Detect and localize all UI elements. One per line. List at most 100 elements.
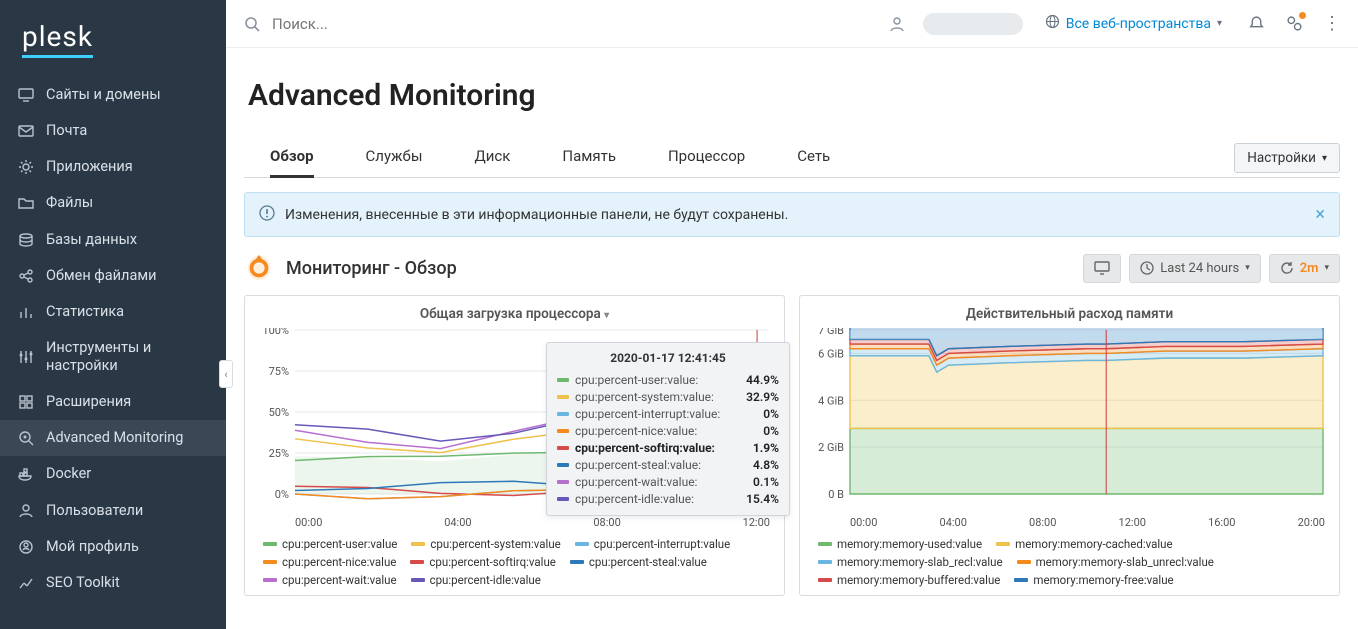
legend-item[interactable]: memory:memory-cached:value [996,537,1172,551]
cpu-chart-title[interactable]: Общая загрузка процессора ▾ [255,302,774,328]
legend-item[interactable]: memory:memory-slab_unrecl:value [1017,555,1214,569]
sidebar-item-label: Статистика [46,303,124,321]
legend-item[interactable]: cpu:percent-nice:value [263,555,396,569]
svg-text:0 B: 0 B [828,488,844,501]
tooltip-row: cpu:percent-user:value:44.9% [557,371,779,388]
tools-icon [18,349,34,365]
legend-item[interactable]: cpu:percent-interrupt:value [575,537,730,551]
sidebar-item-stats[interactable]: Статистика [0,294,226,330]
sidebar-item-label: Пользователи [46,502,143,520]
tab-4[interactable]: Процессор [668,139,745,177]
tooltip-key: cpu:percent-idle:value: [575,492,729,506]
sidebar-item-profile[interactable]: Мой профиль [0,529,226,565]
tooltip-swatch [557,463,569,467]
settings-button[interactable]: Настройки ▾ [1234,143,1340,173]
cpu-tooltip: 2020-01-17 12:41:45cpu:percent-user:valu… [546,342,790,516]
sidebar-item-user[interactable]: Пользователи [0,493,226,529]
chevron-down-icon: ▾ [1245,263,1250,273]
refresh-interval: 2m [1300,261,1319,276]
sidebar-item-label: Почта [46,122,87,140]
x-tick: 04:00 [940,516,967,529]
tooltip-key: cpu:percent-user:value: [575,373,729,387]
user-icon [18,503,34,519]
legend-swatch [263,560,277,564]
x-tick: 04:00 [444,516,471,529]
sidebar-item-monitor2[interactable]: Advanced Monitoring [0,420,226,456]
display-mode-button[interactable] [1083,254,1121,283]
sidebar-item-db[interactable]: Базы данных [0,222,226,258]
time-range-label: Last 24 hours [1160,261,1239,276]
sidebar-item-folder[interactable]: Файлы [0,185,226,221]
sidebar-item-mail[interactable]: Почта [0,113,226,149]
legend-label: memory:memory-cached:value [1015,537,1172,551]
sidebar-item-label: Docker [46,465,91,483]
search [240,12,875,36]
tooltip-row: cpu:percent-wait:value:0.1% [557,473,779,490]
tooltip-swatch [557,446,569,450]
legend-item[interactable]: cpu:percent-system:value [411,537,560,551]
tooltip-swatch [557,395,569,399]
sidebar-item-seo[interactable]: SEO Toolkit [0,565,226,601]
sidebar-item-docker[interactable]: Docker [0,456,226,492]
legend-item[interactable]: cpu:percent-user:value [263,537,397,551]
tooltip-swatch [557,480,569,484]
tab-2[interactable]: Диск [474,139,510,177]
sidebar-item-gear[interactable]: Приложения [0,149,226,185]
search-icon [240,12,264,36]
logo: plesk [0,0,226,77]
legend-item[interactable]: cpu:percent-steal:value [570,555,707,569]
user-chip[interactable] [923,13,1023,35]
legend-swatch [263,578,277,582]
chevron-down-icon: ▾ [1324,263,1329,273]
legend-label: cpu:percent-system:value [430,537,560,551]
x-tick: 12:00 [743,516,770,529]
tab-1[interactable]: Службы [366,139,423,177]
legend-label: cpu:percent-idle:value [430,573,541,587]
activity-icon[interactable] [1282,12,1306,36]
sidebar-item-label: SEO Toolkit [46,574,120,592]
legend-swatch [575,542,589,546]
legend-item[interactable]: memory:memory-free:value [1014,573,1173,587]
tab-3[interactable]: Память [562,139,616,177]
tooltip-value: 15.4% [735,492,779,506]
share-icon [18,268,34,284]
tooltip-swatch [557,412,569,416]
kebab-menu-icon[interactable]: ⋮ [1320,12,1344,36]
legend-item[interactable]: memory:memory-used:value [818,537,982,551]
sidebar-collapse-handle[interactable]: ‹ [219,360,233,388]
search-input[interactable] [272,15,532,33]
legend-label: cpu:percent-steal:value [589,555,707,569]
sidebar-item-ext[interactable]: Расширения [0,384,226,420]
topbar: Все веб-пространства ▾ ⋮ [226,0,1358,48]
legend-item[interactable]: memory:memory-buffered:value [818,573,1000,587]
legend-item[interactable]: memory:memory-slab_recl:value [818,555,1003,569]
sidebar-item-share[interactable]: Обмен файлами [0,258,226,294]
alert-text: Изменения, внесенные в эти информационны… [285,207,788,223]
sidebar-item-label: Файлы [46,194,93,212]
svg-text:25%: 25% [269,447,289,460]
mem-plot[interactable]: 0 B2 GiB4 GiB6 GiB7 GiB [810,328,1329,514]
legend-swatch [1017,560,1031,564]
legend-item[interactable]: cpu:percent-softirq:value [410,555,556,569]
page-title: Advanced Monitoring [248,78,1340,113]
refresh-button[interactable]: 2m ▾ [1269,254,1340,283]
tab-0[interactable]: Обзор [270,139,314,178]
legend-item[interactable]: cpu:percent-idle:value [411,573,541,587]
monitor-icon [18,87,34,103]
time-range-button[interactable]: Last 24 hours ▾ [1129,254,1260,283]
bell-icon[interactable] [1244,12,1268,36]
close-icon[interactable]: × [1315,204,1325,225]
x-tick: 20:00 [1298,516,1325,529]
chevron-down-icon: ▾ [1217,18,1222,29]
svg-text:2 GiB: 2 GiB [818,441,844,454]
user-icon[interactable] [885,12,909,36]
workspaces-dropdown[interactable]: Все веб-пространства ▾ [1037,10,1230,37]
svg-text:0%: 0% [275,488,289,501]
sidebar-item-tools[interactable]: Инструменты и настройки [0,330,226,384]
sidebar-item-monitor[interactable]: Сайты и домены [0,77,226,113]
sidebar: plesk Сайты и домены Почта Приложения Файлы… [0,0,226,629]
stats-icon [18,304,34,320]
legend-swatch [1014,578,1028,582]
legend-item[interactable]: cpu:percent-wait:value [263,573,397,587]
tab-5[interactable]: Сеть [797,139,830,177]
